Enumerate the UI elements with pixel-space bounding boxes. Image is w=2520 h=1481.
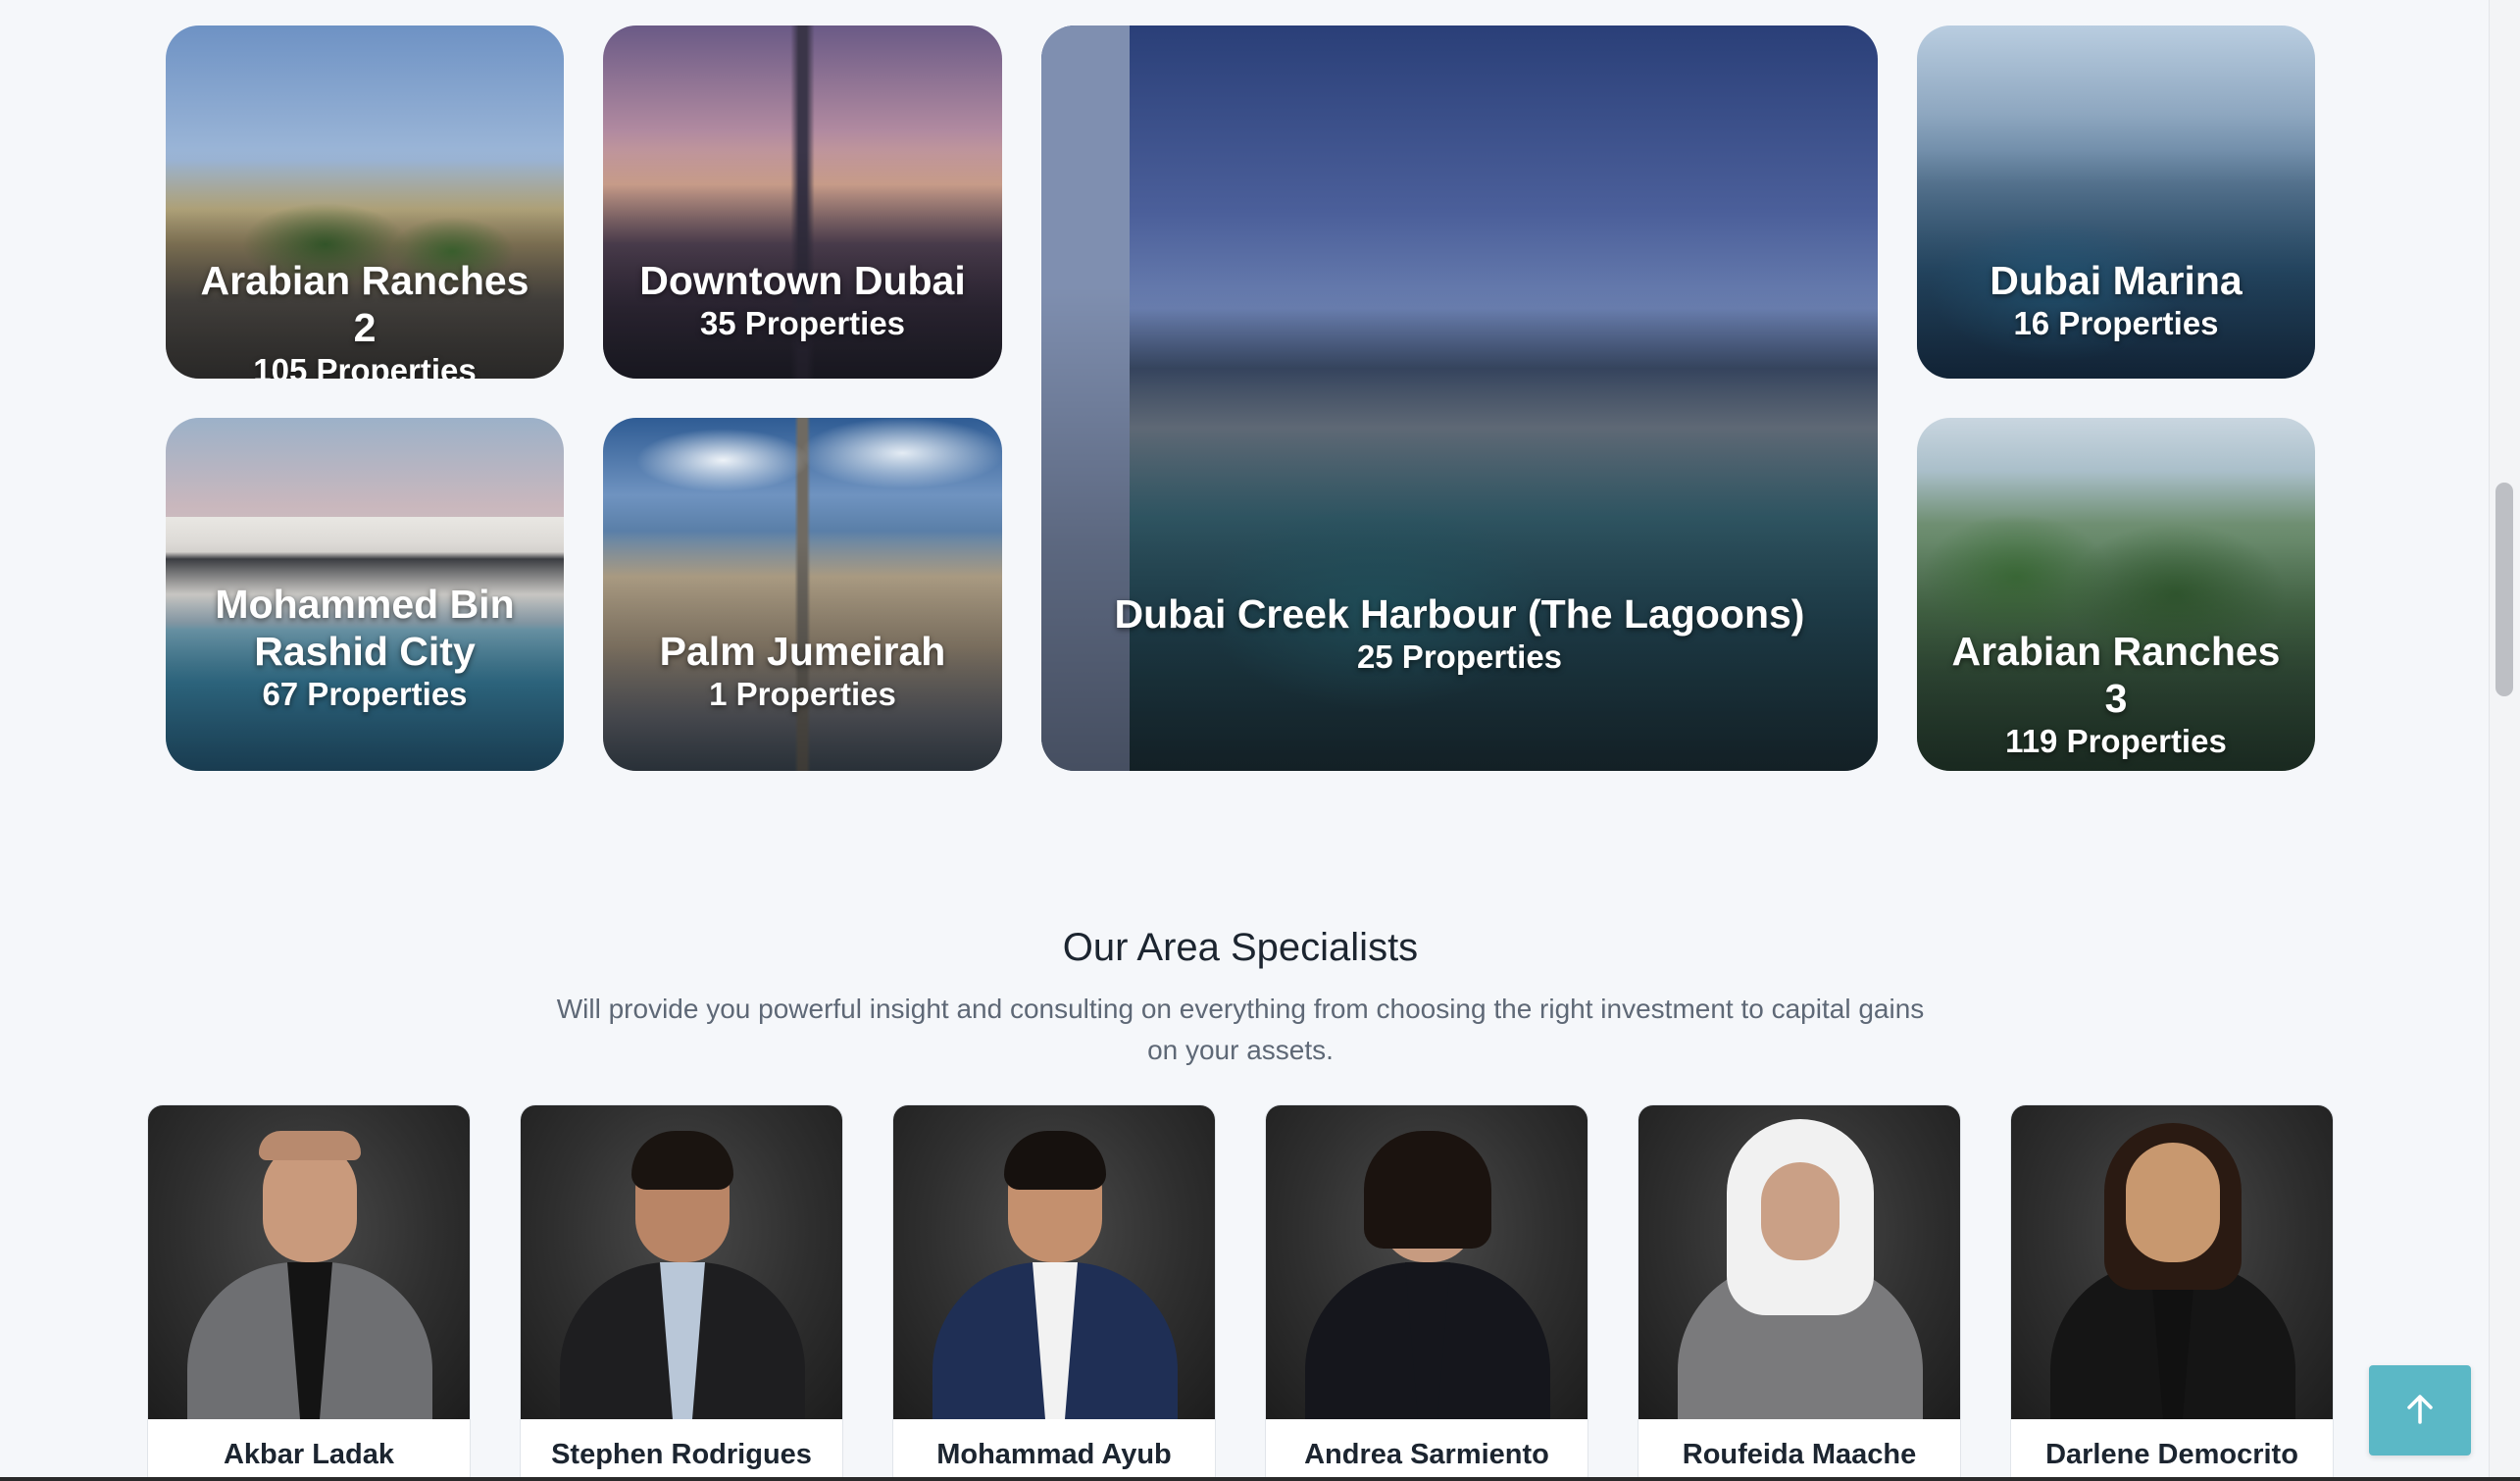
area-property-count: 16 Properties — [2013, 305, 2219, 341]
scrollbar-thumb[interactable] — [2495, 483, 2513, 696]
agent-name: Mohammad Ayub — [936, 1439, 1172, 1470]
scroll-to-top-button[interactable] — [2369, 1365, 2471, 1455]
area-property-count: 67 Properties — [262, 676, 468, 712]
area-property-count: 25 Properties — [1356, 638, 1563, 675]
area-caption: Mohammed Bin Rashid City 67 Properties — [166, 581, 564, 714]
area-property-count: 35 Properties — [699, 305, 906, 341]
area-card-arabian-ranches-3[interactable]: Arabian Ranches 3 119 Properties — [1917, 418, 2315, 771]
agent-photo — [1266, 1105, 1588, 1419]
arrow-up-icon — [2400, 1389, 2440, 1433]
agent-name: Roufeida Maache — [1682, 1439, 1917, 1470]
section-title: Our Area Specialists — [1062, 926, 1419, 969]
agent-card[interactable]: Andrea Sarmiento — [1265, 1104, 1588, 1481]
area-name: Arabian Ranches 2 — [200, 258, 529, 350]
area-caption: Dubai Marina 16 Properties — [1917, 257, 2315, 343]
agent-photo — [893, 1105, 1215, 1419]
agent-card[interactable]: Stephen Rodrigues — [520, 1104, 843, 1481]
agent-photo — [521, 1105, 842, 1419]
area-card-dubai-marina[interactable]: Dubai Marina 16 Properties — [1917, 26, 2315, 379]
area-caption: Arabian Ranches 3 119 Properties — [1917, 628, 2315, 761]
agent-card[interactable]: Mohammad Ayub — [892, 1104, 1216, 1481]
area-name: Downtown Dubai — [639, 258, 966, 303]
agent-card[interactable]: Roufeida Maache — [1638, 1104, 1961, 1481]
agent-name: Darlene Democrito — [2045, 1439, 2298, 1470]
scrollbar-track[interactable] — [2489, 0, 2520, 1481]
area-name: Arabian Ranches 3 — [1951, 629, 2281, 721]
agent-name: Andrea Sarmiento — [1304, 1439, 1549, 1470]
agent-card[interactable]: Darlene Democrito — [2010, 1104, 2334, 1481]
agent-card[interactable]: Akbar Ladak — [147, 1104, 471, 1481]
area-card-mohammed-bin-rashid-city[interactable]: Mohammed Bin Rashid City 67 Properties — [166, 418, 564, 771]
area-name: Palm Jumeirah — [659, 629, 946, 674]
window-bottom-edge — [0, 1477, 2520, 1481]
agent-name: Akbar Ladak — [223, 1439, 395, 1470]
section-subtitle: Will provide you powerful insight and co… — [556, 994, 1925, 1065]
area-card-arabian-ranches-2[interactable]: Arabian Ranches 2 105 Properties — [166, 26, 564, 379]
area-property-count: 105 Properties — [253, 352, 477, 379]
area-property-count: 1 Properties — [709, 676, 896, 712]
area-card-dubai-creek-harbour[interactable]: Dubai Creek Harbour (The Lagoons) 25 Pro… — [1041, 26, 1878, 771]
agent-photo — [148, 1105, 470, 1419]
area-name: Dubai Marina — [1990, 258, 2243, 303]
agent-name: Stephen Rodrigues — [551, 1439, 812, 1470]
area-name: Dubai Creek Harbour (The Lagoons) — [1114, 591, 1805, 637]
page: Arabian Ranches 2 105 Properties Downtow… — [0, 0, 2520, 1481]
area-caption: Arabian Ranches 2 105 Properties — [166, 257, 564, 379]
area-card-downtown-dubai[interactable]: Downtown Dubai 35 Properties — [603, 26, 1002, 379]
agent-photo — [1638, 1105, 1960, 1419]
area-caption: Palm Jumeirah 1 Properties — [603, 628, 1002, 714]
area-caption: Dubai Creek Harbour (The Lagoons) 25 Pro… — [1041, 590, 1878, 677]
area-name: Mohammed Bin Rashid City — [215, 582, 515, 674]
area-property-count: 119 Properties — [2005, 723, 2227, 759]
area-caption: Downtown Dubai 35 Properties — [603, 257, 1002, 343]
area-card-palm-jumeirah[interactable]: Palm Jumeirah 1 Properties — [603, 418, 1002, 771]
agent-photo — [2011, 1105, 2333, 1419]
